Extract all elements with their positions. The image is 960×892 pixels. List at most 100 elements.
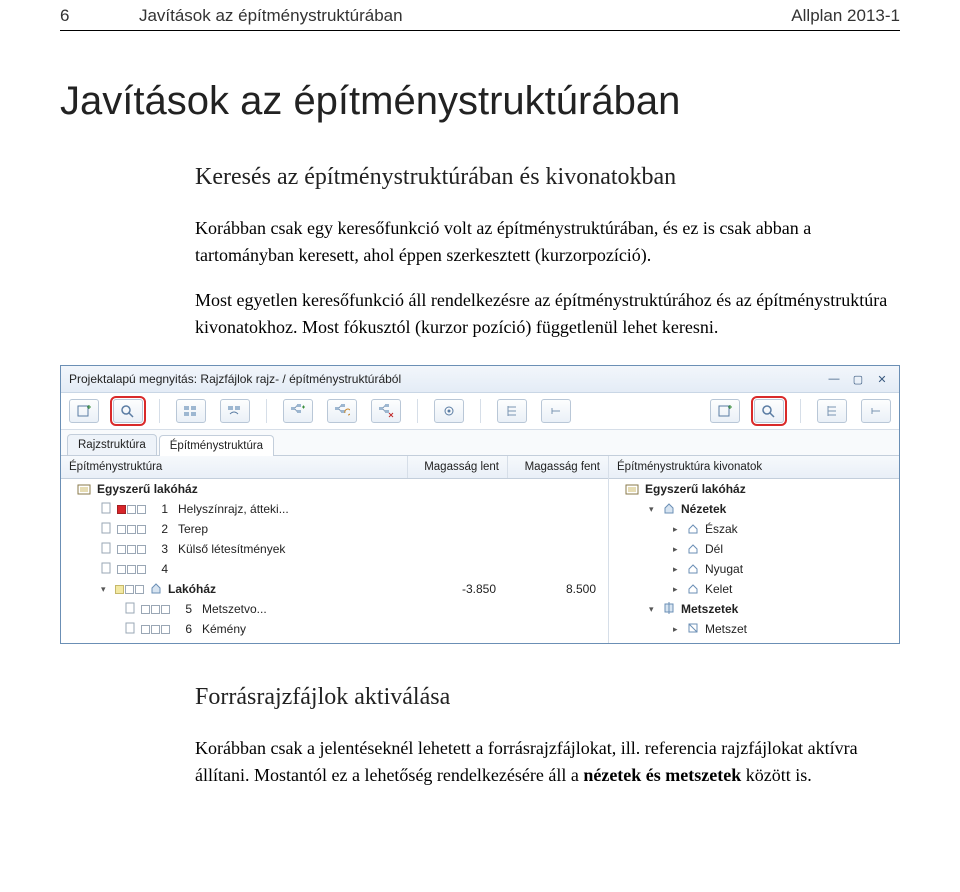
column-header-height-high[interactable]: Magasság fent xyxy=(508,456,608,478)
section-icon xyxy=(687,622,699,637)
paragraph-1: Korábban csak egy keresőfunkció volt az … xyxy=(195,215,900,269)
tab-drawing-structure[interactable]: Rajzstruktúra xyxy=(67,434,157,455)
chevron-right-icon[interactable]: ▸ xyxy=(673,524,683,535)
tree-view-east[interactable]: ▸ Kelet xyxy=(609,579,899,599)
section-heading-search: Keresés az építménystruktúrában és kivon… xyxy=(195,164,900,191)
tree-section-item[interactable]: ▸ Metszet xyxy=(609,619,899,639)
paragraph-3-bold: nézetek és metszetek xyxy=(583,765,741,785)
chevron-down-icon[interactable]: ▾ xyxy=(649,604,659,615)
views-icon xyxy=(663,502,675,517)
tree-row-2[interactable]: 2 Terep xyxy=(61,519,608,539)
column-header-extracts[interactable]: Építménystruktúra kivonatok xyxy=(609,456,899,478)
embedded-screenshot: Projektalapú megnyitás: Rajzfájlok rajz-… xyxy=(60,365,900,644)
expand-tree-icon[interactable] xyxy=(497,399,527,423)
view-icon xyxy=(687,522,699,537)
status-squares xyxy=(141,625,170,634)
project-icon xyxy=(77,483,91,495)
group-label: Lakóház xyxy=(168,582,402,596)
section-label: Metszet xyxy=(705,622,893,636)
file-icon xyxy=(101,502,111,517)
view-label: Észak xyxy=(705,522,893,536)
panel-body: Építménystruktúra Magasság lent Magasság… xyxy=(61,455,899,643)
tool-group-icon[interactable] xyxy=(176,399,206,423)
window-title: Projektalapú megnyitás: Rajzfájlok rajz-… xyxy=(69,372,401,386)
item-label: Kémény xyxy=(202,622,402,636)
file-icon xyxy=(125,622,135,637)
maximize-icon[interactable]: ▢ xyxy=(849,377,867,381)
file-icon xyxy=(101,542,111,557)
collapse-tree-right-icon[interactable] xyxy=(861,399,891,423)
item-label: Metszetvo... xyxy=(202,602,402,616)
tree-remove-icon[interactable] xyxy=(371,399,401,423)
project-icon xyxy=(625,483,639,495)
right-column: Építménystruktúra kivonatok Egyszerű lak… xyxy=(609,456,899,643)
status-squares xyxy=(117,505,146,514)
tool-new-right-icon[interactable] xyxy=(710,399,740,423)
tree-group-lakohaz[interactable]: ▾ Lakóház -3.850 8.500 xyxy=(61,579,608,599)
chevron-down-icon[interactable]: ▾ xyxy=(649,504,659,515)
tree-root-label-right: Egyszerű lakóház xyxy=(645,482,893,496)
chevron-right-icon[interactable]: ▸ xyxy=(673,584,683,595)
search-icon[interactable] xyxy=(113,399,143,423)
left-column: Építménystruktúra Magasság lent Magasság… xyxy=(61,456,609,643)
view-label: Kelet xyxy=(705,582,893,596)
tree-row-4[interactable]: 4 xyxy=(61,559,608,579)
status-squares xyxy=(141,605,170,614)
item-number: 5 xyxy=(176,602,192,616)
item-label: Terep xyxy=(178,522,402,536)
status-squares xyxy=(117,525,146,534)
minimize-icon[interactable]: — xyxy=(825,377,843,381)
status-squares xyxy=(117,565,146,574)
tree-root-left[interactable]: Egyszerű lakóház xyxy=(61,479,608,499)
collapse-tree-icon[interactable] xyxy=(541,399,571,423)
tab-bar: Rajzstruktúra Építménystruktúra xyxy=(61,430,899,455)
tree-row-6[interactable]: 6 Kémény xyxy=(61,619,608,639)
column-header-structure[interactable]: Építménystruktúra xyxy=(61,456,408,478)
settings-gear-icon[interactable] xyxy=(434,399,464,423)
tree-view-west[interactable]: ▸ Nyugat xyxy=(609,559,899,579)
column-header-height-low[interactable]: Magasság lent xyxy=(408,456,508,478)
file-icon xyxy=(125,602,135,617)
tree-root-label: Egyszerű lakóház xyxy=(97,482,402,496)
status-squares xyxy=(115,585,144,594)
view-label: Nyugat xyxy=(705,562,893,576)
chevron-right-icon[interactable]: ▸ xyxy=(673,564,683,575)
tool-new-icon[interactable] xyxy=(69,399,99,423)
tree-row-5[interactable]: 5 Metszetvo... xyxy=(61,599,608,619)
tab-building-structure[interactable]: Építménystruktúra xyxy=(159,435,274,456)
search-icon-right[interactable] xyxy=(754,399,784,423)
item-label: Helyszínrajz, átteki... xyxy=(178,502,402,516)
close-icon[interactable]: ✕ xyxy=(873,377,891,381)
view-label: Dél xyxy=(705,542,893,556)
toolbar-row xyxy=(61,393,899,430)
project-open-window: Projektalapú megnyitás: Rajzfájlok rajz-… xyxy=(60,365,900,644)
page-title: Javítások az építménystruktúrában xyxy=(60,79,900,124)
tree-view-north[interactable]: ▸ Észak xyxy=(609,519,899,539)
tree-view-south[interactable]: ▸ Dél xyxy=(609,539,899,559)
paragraph-2: Most egyetlen keresőfunkció áll rendelke… xyxy=(195,287,900,341)
status-squares xyxy=(117,545,146,554)
tree-group-views[interactable]: ▾ Nézetek xyxy=(609,499,899,519)
chevron-down-icon[interactable]: ▾ xyxy=(101,584,111,595)
tree-root-right[interactable]: Egyszerű lakóház xyxy=(609,479,899,499)
chevron-right-icon[interactable]: ▸ xyxy=(673,624,683,635)
section-heading-activation: Forrásrajzfájlok aktiválása xyxy=(195,684,900,711)
sections-icon xyxy=(663,602,675,617)
tool-group-sync-icon[interactable] xyxy=(220,399,250,423)
tree-refresh-icon[interactable] xyxy=(327,399,357,423)
view-icon xyxy=(687,542,699,557)
tree-row-3[interactable]: 3 Külső létesítmények xyxy=(61,539,608,559)
chevron-right-icon[interactable]: ▸ xyxy=(673,544,683,555)
tree-row-1[interactable]: 1 Helyszínrajz, átteki... xyxy=(61,499,608,519)
item-number: 2 xyxy=(152,522,168,536)
file-icon xyxy=(101,522,111,537)
expand-tree-right-icon[interactable] xyxy=(817,399,847,423)
tree-group-sections[interactable]: ▾ Metszetek xyxy=(609,599,899,619)
group-height-high: 8.500 xyxy=(502,582,602,596)
window-titlebar: Projektalapú megnyitás: Rajzfájlok rajz-… xyxy=(61,366,899,393)
tree-add-icon[interactable] xyxy=(283,399,313,423)
header-app-version: Allplan 2013-1 xyxy=(791,6,900,26)
view-icon xyxy=(687,582,699,597)
item-number: 4 xyxy=(152,562,168,576)
file-icon xyxy=(101,562,111,577)
